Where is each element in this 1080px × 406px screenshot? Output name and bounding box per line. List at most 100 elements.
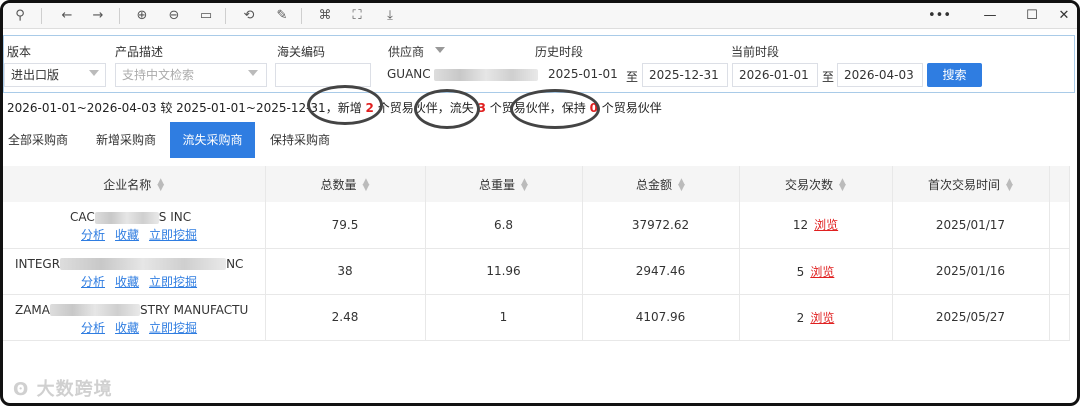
- sort-icon: ▲ ▼: [839, 177, 846, 193]
- version-label: 版本: [7, 45, 32, 59]
- spacer-cell: [1049, 202, 1070, 249]
- forward-icon[interactable]: →: [89, 7, 107, 25]
- browse-link[interactable]: 浏览: [810, 311, 834, 325]
- history-period-label: 历史时段: [535, 45, 584, 59]
- spacer-cell: [1049, 248, 1070, 295]
- zoom-in-icon[interactable]: ⊕: [133, 7, 151, 25]
- customs-code-input[interactable]: [275, 63, 371, 87]
- scan-icon[interactable]: ⛶: [348, 7, 366, 25]
- customs-code-label: 海关编码: [277, 45, 326, 59]
- translate-icon[interactable]: ⌘: [316, 7, 334, 25]
- tab-kept-buyers[interactable]: 保持采购商: [261, 122, 339, 158]
- weight-cell: 1: [425, 294, 583, 341]
- product-label: 产品描述: [115, 45, 164, 59]
- restore-icon[interactable]: ☐: [1021, 6, 1043, 26]
- current-period-label: 当前时段: [731, 45, 780, 59]
- company-cell: INTEGR NC 分析 收藏 立即挖掘: [3, 248, 266, 295]
- trade-count: 5: [796, 264, 805, 279]
- pin-icon[interactable]: ⚲: [11, 7, 29, 25]
- mine-link[interactable]: 立即挖掘: [149, 228, 197, 242]
- company-name: ZAMA STRY MANUFACTU: [15, 302, 249, 317]
- tab-new-buyers[interactable]: 新增采购商: [87, 122, 165, 158]
- search-button[interactable]: 搜索: [927, 63, 982, 87]
- table-row: ZAMA STRY MANUFACTU 分析 收藏 立即挖掘 2.48 1 4107.…: [3, 294, 1070, 341]
- company-name: INTEGR NC: [15, 256, 244, 271]
- column-header-quantity[interactable]: 总数量 ▲ ▼: [265, 166, 426, 202]
- company-cell: ZAMA STRY MANUFACTU 分析 收藏 立即挖掘: [3, 294, 266, 341]
- browse-link[interactable]: 浏览: [810, 265, 834, 279]
- collect-link[interactable]: 收藏: [115, 321, 139, 335]
- column-spacer: [1049, 166, 1070, 202]
- watermark-text: 大数跨境: [36, 379, 113, 400]
- zoom-out-icon[interactable]: ⊖: [165, 7, 183, 25]
- mine-link[interactable]: 立即挖掘: [149, 275, 197, 289]
- browse-link[interactable]: 浏览: [814, 218, 838, 232]
- history-start-input[interactable]: 2025-01-01: [542, 63, 622, 87]
- back-icon[interactable]: ←: [58, 7, 76, 25]
- watermark-logo: ʘ 大数跨境: [13, 375, 113, 401]
- spacer-cell: [1049, 294, 1070, 341]
- filter-panel: 版本 进出口版 产品描述 支持中文检索 海关编码 供应商 GUANC 历史时段 …: [3, 35, 1075, 93]
- minimize-icon[interactable]: —: [979, 6, 1001, 26]
- column-header-amount[interactable]: 总金额 ▲ ▼: [582, 166, 740, 202]
- redacted-text: [50, 304, 140, 316]
- weight-cell: 11.96: [425, 248, 583, 295]
- redacted-text: [60, 258, 227, 270]
- column-header-company[interactable]: 企业名称 ▲ ▼: [3, 166, 266, 202]
- annotation-circle: [510, 89, 600, 129]
- annotation-circle: [414, 89, 480, 129]
- amount-cell: 2947.46: [582, 248, 740, 295]
- table-row: CAC S INC 分析 收藏 立即挖掘 79.5 6.8 37972.62 12 浏览…: [3, 202, 1070, 249]
- company-name: CAC S INC: [70, 210, 192, 224]
- chevron-down-icon: [248, 70, 258, 76]
- buyers-table: 企业名称 ▲ ▼ 总数量 ▲ ▼ 总重量 ▲ ▼ 总金额 ▲ ▼ 交易次数 ▲ ▼ 首次交易时间 ▲ ▼…: [3, 166, 1070, 341]
- column-header-trades[interactable]: 交易次数 ▲ ▼: [739, 166, 893, 202]
- first-date-cell: 2025/01/16: [892, 248, 1050, 295]
- trade-count: 12: [792, 218, 809, 233]
- analyze-link[interactable]: 分析: [81, 228, 105, 242]
- amount-cell: 37972.62: [582, 202, 740, 249]
- trades-cell: 5 浏览: [739, 248, 893, 295]
- trade-count: 2: [796, 310, 805, 325]
- redacted-text: [434, 68, 539, 81]
- summary-kept-text: 个贸易伙伴: [601, 101, 662, 115]
- fit-icon[interactable]: ▭: [197, 7, 215, 25]
- row-actions: 分析 收藏 立即挖掘: [81, 226, 207, 243]
- sort-icon: ▲ ▼: [157, 177, 165, 193]
- supplier-label: 供应商: [388, 45, 425, 59]
- history-end-input[interactable]: 2025-12-31: [642, 63, 728, 87]
- supplier-input[interactable]: GUANC: [381, 63, 541, 87]
- mine-link[interactable]: 立即挖掘: [149, 321, 197, 335]
- product-input[interactable]: 支持中文检索: [115, 63, 267, 87]
- redacted-text: [94, 211, 159, 224]
- weight-cell: 6.8: [425, 202, 583, 249]
- current-end-input[interactable]: 2026-04-03: [837, 63, 923, 87]
- chevron-down-icon: [89, 70, 99, 76]
- sort-icon: ▲ ▼: [362, 177, 370, 193]
- quantity-cell: 38: [265, 248, 426, 295]
- row-actions: 分析 收藏 立即挖掘: [81, 273, 207, 290]
- viewer-toolbar: ⚲ ← → ⊕ ⊖ ▭ ⟲ ✎ ⌘ ⛶ ⤓ ••• — ☐ ✕: [3, 3, 1077, 29]
- more-icon[interactable]: •••: [928, 6, 951, 26]
- collect-link[interactable]: 收藏: [115, 228, 139, 242]
- column-header-first-date[interactable]: 首次交易时间 ▲ ▼: [892, 166, 1050, 202]
- current-start-input[interactable]: 2026-01-01: [732, 63, 818, 87]
- range-separator: 至: [626, 70, 639, 84]
- quantity-cell: 2.48: [265, 294, 426, 341]
- edit-icon[interactable]: ✎: [273, 7, 291, 25]
- supplier-value: GUANC: [387, 67, 431, 81]
- download-icon[interactable]: ⤓: [381, 7, 399, 25]
- rotate-icon[interactable]: ⟲: [240, 7, 258, 25]
- column-header-weight[interactable]: 总重量 ▲ ▼: [425, 166, 583, 202]
- chevron-down-icon[interactable]: [435, 47, 445, 53]
- tab-all-buyers[interactable]: 全部采购商: [3, 122, 73, 158]
- first-date-cell: 2025/01/17: [892, 202, 1050, 249]
- toolbar-divider: [225, 8, 226, 24]
- sort-icon: ▲ ▼: [678, 177, 685, 193]
- tab-lost-buyers[interactable]: 流失采购商: [170, 122, 255, 158]
- toolbar-divider: [119, 8, 120, 24]
- analyze-link[interactable]: 分析: [81, 321, 105, 335]
- close-icon[interactable]: ✕: [1053, 6, 1075, 26]
- analyze-link[interactable]: 分析: [81, 275, 105, 289]
- collect-link[interactable]: 收藏: [115, 275, 139, 289]
